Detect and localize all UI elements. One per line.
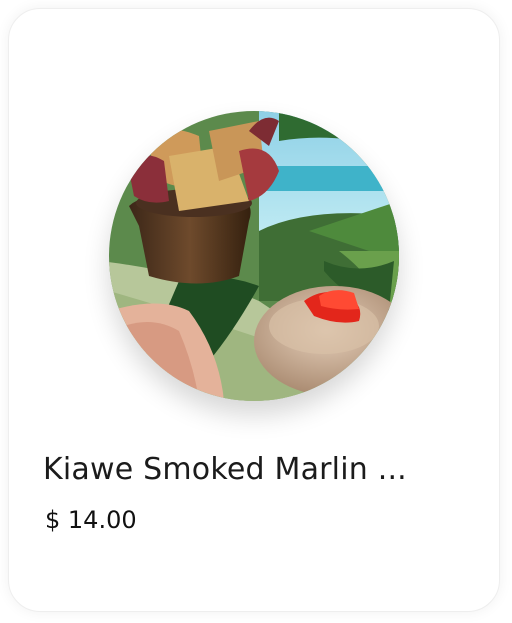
food-photo-icon xyxy=(109,111,399,401)
item-title: Kiawe Smoked Marlin ... xyxy=(43,452,407,487)
item-price: $ 14.00 xyxy=(45,506,137,534)
menu-item-card[interactable]: Kiawe Smoked Marlin ... $ 14.00 xyxy=(8,8,500,612)
food-photo xyxy=(109,111,399,401)
